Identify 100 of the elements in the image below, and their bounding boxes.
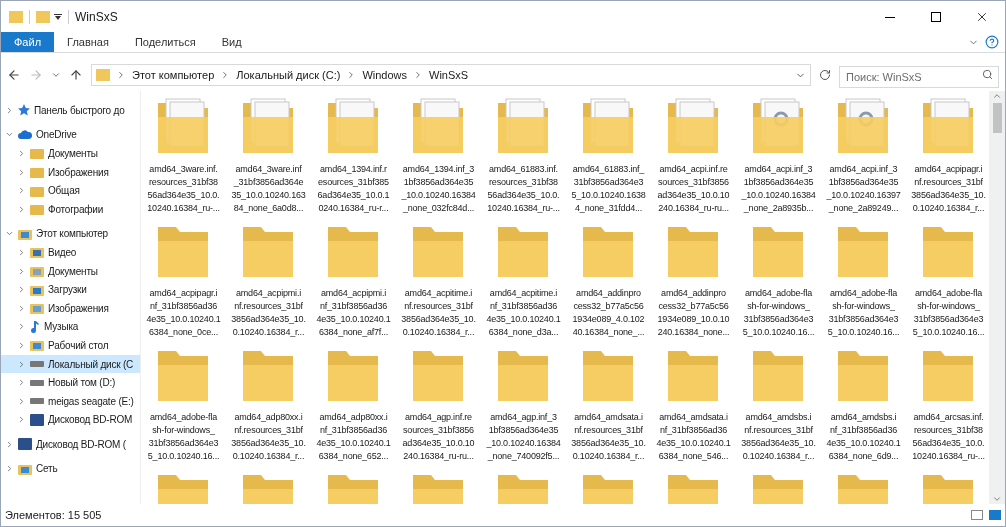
folder-name: amd64_acpitime.i nf_31bf3856ad36 4e35_10.0.10240.1 6384_none_d3a...: [486, 287, 561, 339]
folder-name: amd64_adp80xx.i nf.resources_31bf 3856ad364e35_10. 0.10240.16384_r...: [231, 411, 306, 463]
folder-name: amd64_acpi.inf_3 1bf3856ad364e35 _10.0.10240.16397 _none_2a89249...: [826, 163, 901, 215]
nav-item[interactable]: Общая: [1, 181, 140, 200]
folder-item[interactable]: amd64_adp80xx.i nf_31bf3856ad36 4e35_10.0.10240.1 6384_none_652...: [311, 345, 396, 469]
folder-item[interactable]: amd64_acpi.inf.re sources_31bf3856 ad364e35_10.0.10 240.16384_ru-ru...: [651, 97, 736, 221]
ribbon-tab[interactable]: Файл: [1, 32, 55, 52]
monitor-icon: [30, 339, 44, 352]
nav-item[interactable]: Дисковод BD-ROM: [1, 410, 140, 430]
folder-item[interactable]: amd64_acpipagr.i nf_31bf3856ad36 4e35_10.0.10240.1 6384_none_0ce...: [141, 221, 226, 345]
nav-item[interactable]: Рабочий стол: [1, 336, 140, 355]
nav-item[interactable]: Локальный диск (C: [1, 354, 140, 374]
scrollbar[interactable]: [989, 91, 1005, 504]
drive-icon: [30, 397, 44, 406]
folder-name: amd64_adobe-fla sh-for-windows_ 31bf3856ad364e3 5_10.0.10240.16...: [912, 287, 985, 339]
nav-item[interactable]: Изображения: [1, 298, 140, 318]
breadcrumb-item[interactable]: WinSxS: [429, 66, 469, 84]
caret-icon[interactable]: [54, 14, 62, 20]
forward-arrow-icon[interactable]: [29, 68, 43, 82]
scroll-thumb[interactable]: [992, 103, 1002, 133]
breadcrumb-item[interactable]: Этот компьютер: [132, 66, 215, 84]
folder-item[interactable]: amd64_acpi.inf_3 1bf3856ad364e35 _10.0.10240.16384 _none_2a8935b...: [736, 97, 821, 221]
nav-label: Этот компьютер: [36, 227, 108, 242]
folder-icon: [30, 283, 44, 296]
folder-name: amd64_agp.inf.re sources_31bf3856 ad364e35_10.0.10 240.16384_ru-ru...: [402, 411, 475, 463]
ribbon-tab[interactable]: Поделиться: [121, 32, 209, 52]
folder-item[interactable]: amd64_adobe-fla sh-for-windows_ 31bf3856ad364e3 5_10.0.10240.16...: [906, 221, 989, 345]
folder-item[interactable]: amd64_61883.inf_ 31bf3856ad364e3 5_10.0.10240.1638 4_none_31fdd4...: [566, 97, 651, 221]
folder-item[interactable]: amd64_acpipmi.i nf.resources_31bf 3856ad364e35_10. 0.10240.16384_r...: [226, 221, 311, 345]
nav-item[interactable]: Дисковод BD-ROM (: [1, 435, 140, 454]
nav-item[interactable]: OneDrive: [1, 125, 140, 145]
folder-item[interactable]: amd64_amdsbs.i nf.resources_31bf 3856ad364e35_10. 0.10240.16384_r...: [736, 345, 821, 469]
details-view-icon[interactable]: [971, 510, 983, 520]
nav-item[interactable]: Фотографии: [1, 199, 140, 219]
folder-item[interactable]: amd64_acpipagr.i nf.resources_31bf 3856ad364e35_10. 0.10240.16384_r...: [906, 97, 989, 221]
nav-label: Загрузки: [48, 283, 87, 298]
folder-item[interactable]: amd64_agp.inf.re sources_31bf3856 ad364e35_10.0.10 240.16384_ru-ru...: [396, 345, 481, 469]
folder-item[interactable]: amd64_3ware.inf. resources_31bf38 56ad364e35_10.0. 10240.16384_ru-...: [141, 97, 226, 221]
folder-item[interactable]: amd64_agp.inf_3 1bf3856ad364e35 _10.0.10240.16384 _none_740092f5...: [481, 345, 566, 469]
nav-item[interactable]: Этот компьютер: [1, 224, 140, 244]
folder-item[interactable]: amd64_amdsata.i nf.resources_31bf 3856ad364e35_10. 0.10240.16384_r...: [566, 345, 651, 469]
folder-item[interactable]: amd64_amdsata.i nf_31bf3856ad36 4e35_10.0.10240.1 6384_none_546...: [651, 345, 736, 469]
folder-item[interactable]: amd64_amdsbs.i nf_31bf3856ad36 4e35_10.0.10240.1 6384_none_6d9...: [821, 345, 906, 469]
breadcrumb-item[interactable]: Локальный диск (C:): [236, 66, 341, 84]
chevron-right-icon[interactable]: [5, 439, 14, 449]
folder-item[interactable]: amd64_adobe-fla sh-for-windows_ 31bf3856ad364e3 5_10.0.10240.16...: [141, 345, 226, 469]
folder-item[interactable]: amd64_arcsas.inf. resources_31bf38 56ad364e35_10.0. 10240.16384_ru-...: [906, 345, 989, 469]
back-arrow-icon[interactable]: [7, 68, 21, 82]
nav-item[interactable]: Музыка: [1, 317, 140, 337]
folder-item[interactable]: amd64_adp80xx.i nf.resources_31bf 3856ad364e35_10. 0.10240.16384_r...: [226, 345, 311, 469]
folder-item[interactable]: amd64_acpitime.i nf.resources_31bf 3856ad364e35_10. 0.10240.16384_r...: [396, 221, 481, 345]
ribbon-tab[interactable]: Главная: [54, 32, 122, 52]
folder-name: amd64_1394.inf_3 1bf3856ad364e35 _10.0.10240.16384 _none_032fc84d...: [401, 163, 476, 215]
monitor-icon: [18, 227, 32, 240]
nav-item[interactable]: Видео: [1, 243, 140, 262]
folder-item[interactable]: amd64_acpipmi.i nf_31bf3856ad36 4e35_10.0.10240.1 6384_none_af7f...: [311, 221, 396, 345]
address-bar[interactable]: Этот компьютер Локальный диск (C:) Windows WinSxS: [91, 64, 811, 86]
folder-icon: [30, 302, 44, 315]
folder-name: amd64_acpipagr.i nf_31bf3856ad36 4e35_10.0.10240.1 6384_none_0ce...: [146, 287, 221, 339]
nav-label: meigas seagate (E:): [48, 394, 134, 409]
chevron-right-icon[interactable]: [5, 464, 14, 474]
refresh-icon[interactable]: [819, 69, 831, 81]
ribbon-tab[interactable]: Вид: [208, 32, 255, 52]
chevron-right-icon[interactable]: [5, 105, 14, 115]
nav-item[interactable]: Загрузки: [1, 280, 140, 299]
scroll-down-icon[interactable]: [992, 494, 1002, 504]
folder-item[interactable]: amd64_acpitime.i nf_31bf3856ad36 4e35_10.0.10240.1 6384_none_d3a...: [481, 221, 566, 345]
nav-item[interactable]: Панель быстрого до: [1, 101, 140, 120]
breadcrumb-item[interactable]: Windows: [362, 66, 407, 84]
scroll-up-icon[interactable]: [992, 91, 1002, 101]
folder-item[interactable]: amd64_adobe-fla sh-for-windows_ 31bf3856ad364e3 5_10.0.10240.16...: [736, 221, 821, 345]
folder-item[interactable]: amd64_addinpro cess32_b77a5c56 1934e089_4.0.102 40.16384_none_...: [566, 221, 651, 345]
folder-item[interactable]: amd64_61883.inf. resources_31bf38 56ad364e35_10.0. 10240.16384_ru-...: [481, 97, 566, 221]
help-icon[interactable]: [985, 35, 999, 49]
nav-label: Дисковод BD-ROM: [48, 413, 133, 428]
folder-item[interactable]: amd64_acpi.inf_3 1bf3856ad364e35 _10.0.10240.16397 _none_2a89249...: [821, 97, 906, 221]
folder-name: amd64_acpi.inf.re sources_31bf3856 ad364e35_10.0.10 240.16384_ru-ru...: [657, 163, 730, 215]
nav-item[interactable]: Документы: [1, 261, 140, 281]
folder-name: amd64_amdsbs.i nf.resources_31bf 3856ad364e35_10. 0.10240.16384_r...: [741, 411, 816, 463]
nav-item[interactable]: Изображения: [1, 162, 140, 182]
nav-label: OneDrive: [36, 128, 77, 143]
folder-item[interactable]: amd64_3ware.inf _31bf3856ad364e 35_10.0.10240.163 84_none_6a0d8...: [226, 97, 311, 221]
chevron-down-icon[interactable]: [51, 70, 61, 80]
folder-item[interactable]: amd64_addinpro cess32_b77a5c56 1934e089_10.0.10 240.16384_none...: [651, 221, 736, 345]
nav-label: Общая: [48, 184, 80, 199]
folder-icon: [30, 246, 44, 259]
folder-item[interactable]: amd64_1394.inf_3 1bf3856ad364e35 _10.0.10240.16384 _none_032fc84d...: [396, 97, 481, 221]
search-field[interactable]: Поиск: WinSxS: [839, 66, 999, 88]
nav-item[interactable]: Сеть: [1, 459, 140, 479]
folder-name: amd64_addinpro cess32_b77a5c56 1934e089_4.0.102 40.16384_none_...: [572, 287, 645, 339]
nav-item[interactable]: Новый том (D:): [1, 373, 140, 392]
nav-item[interactable]: Документы: [1, 144, 140, 163]
folder-name: amd64_adobe-fla sh-for-windows_ 31bf3856ad364e3 5_10.0.10240.16...: [147, 411, 220, 463]
folder-item[interactable]: amd64_1394.inf.r esources_31bf385 6ad364e35_10.0.1 0240.16384_ru-r...: [311, 97, 396, 221]
nav-label: Документы: [48, 264, 98, 279]
folder-item[interactable]: amd64_adobe-fla sh-for-windows_ 31bf3856ad364e3 5_10.0.10240.16...: [821, 221, 906, 345]
nav-label: Музыка: [44, 320, 79, 335]
nav-item[interactable]: meigas seagate (E:): [1, 391, 140, 411]
search-icon[interactable]: [982, 69, 993, 80]
folder-name: amd64_adobe-fla sh-for-windows_ 31bf3856ad364e3 5_10.0.10240.16...: [827, 287, 900, 339]
